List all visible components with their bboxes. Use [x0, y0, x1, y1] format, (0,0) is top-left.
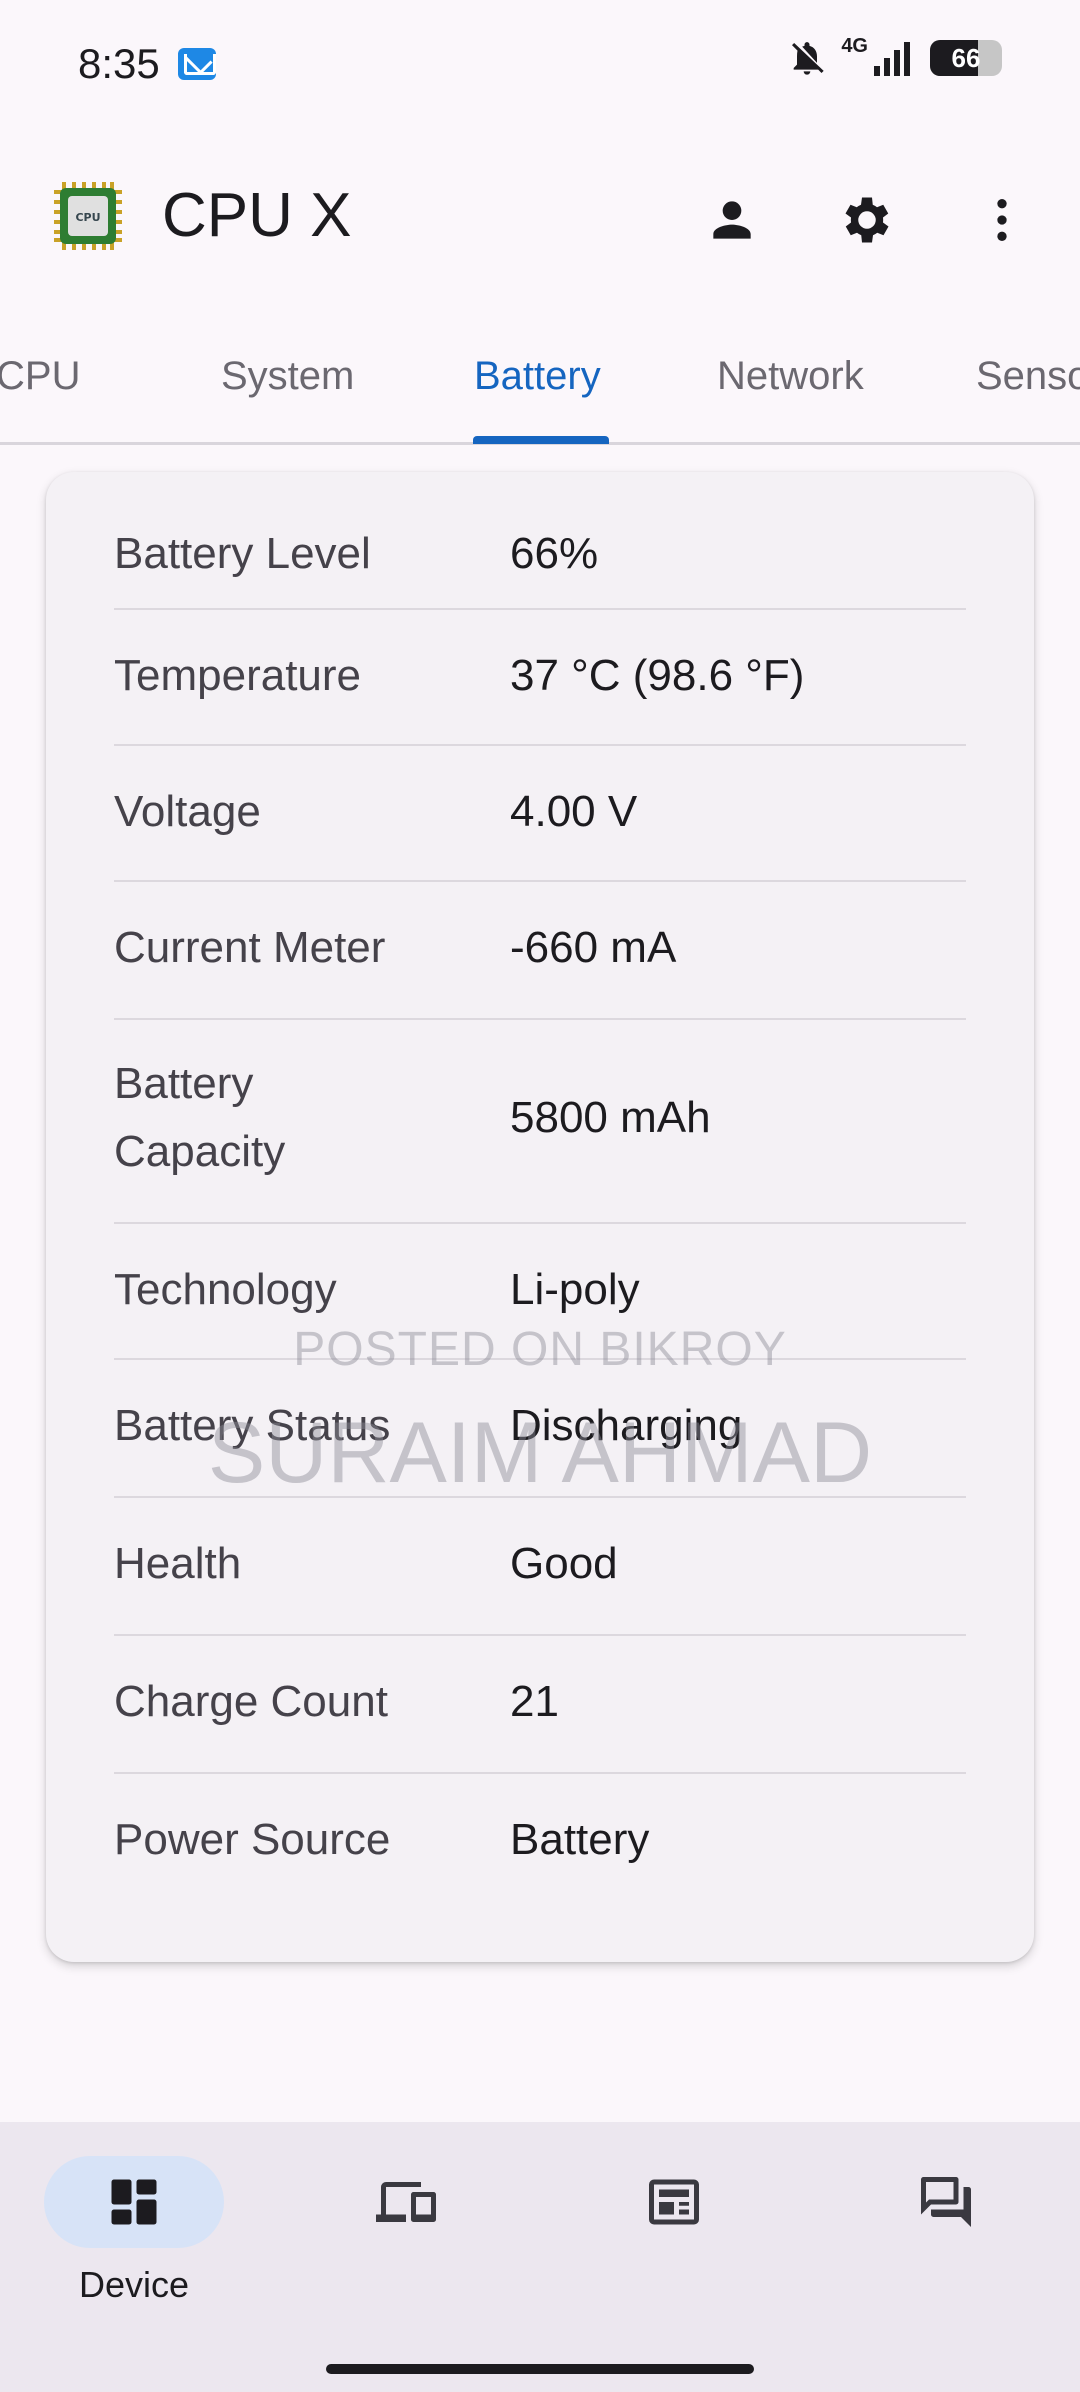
row-label: Voltage [114, 787, 261, 836]
mail-notification-icon [178, 48, 216, 80]
watermark-line-1: POSTED ON BIKROY [293, 1323, 787, 1376]
info-row-voltage: Voltage 4.00 V [114, 744, 966, 882]
nav-devices[interactable] [316, 2156, 496, 2316]
info-row-current-meter: Current Meter -660 mA [114, 880, 966, 1020]
devices-icon [376, 2182, 436, 2222]
tab-sensors[interactable]: Senso [976, 354, 1080, 399]
person-icon [713, 201, 751, 239]
forum-icon [921, 2177, 971, 2227]
status-bar: 8:35 4G 66 [0, 0, 1080, 130]
row-value: -660 mA [510, 923, 677, 972]
account-button[interactable] [692, 180, 772, 260]
info-row-battery-capacity: Battery Capacity 5800 mAh [114, 1018, 966, 1224]
info-row-charge-count: Charge Count 21 [114, 1634, 966, 1774]
row-label: Power Source [114, 1815, 391, 1864]
tab-system[interactable]: System [221, 354, 354, 399]
row-value: 37 °C (98.6 °F) [510, 651, 805, 700]
battery-info-card: Battery Level 66% Temperature 37 °C (98.… [46, 472, 1034, 1962]
status-icons: 4G 66 [787, 34, 1002, 78]
row-value: 21 [510, 1677, 559, 1726]
settings-button[interactable] [827, 180, 907, 260]
tab-network[interactable]: Network [717, 354, 864, 399]
watermark-line-2: SURAIM AHMAD [207, 1405, 873, 1501]
row-label: Health [114, 1539, 242, 1588]
network-type: 4G [841, 34, 868, 57]
app-logo-text: CPU [75, 211, 100, 224]
tab-battery[interactable]: Battery [474, 354, 601, 399]
row-label: Temperature [114, 651, 362, 700]
row-label: Charge Count [114, 1677, 388, 1726]
nav-forum[interactable] [856, 2156, 1036, 2316]
nav-news[interactable] [584, 2156, 764, 2316]
row-label: Current Meter [114, 923, 386, 972]
bottom-navigation: Device [0, 2122, 1080, 2392]
nav-label-device: Device [78, 2264, 190, 2305]
row-value: Battery [510, 1815, 650, 1864]
tab-cpu[interactable]: CPU [0, 354, 80, 399]
info-row-battery-level: Battery Level 66% [114, 506, 966, 610]
tab-bar: CPU System Battery Network Senso [0, 310, 1080, 445]
row-value: 4.00 V [510, 787, 638, 836]
nav-device[interactable]: Device [44, 2156, 224, 2316]
dashboard-icon [111, 2179, 157, 2225]
info-row-health: Health Good [114, 1496, 966, 1636]
gesture-navigation-bar[interactable] [326, 2364, 754, 2374]
app-bar: CPU CPU X [0, 130, 1080, 310]
battery-level-text: 66 [951, 43, 981, 73]
signal-icon [874, 42, 910, 76]
app-title: CPU X [162, 181, 352, 250]
status-time: 8:35 [78, 40, 160, 87]
row-label: Battery Level [114, 529, 371, 578]
tab-indicator [473, 436, 609, 444]
row-value: Good [510, 1539, 618, 1588]
app-logo: CPU [54, 182, 122, 250]
info-row-temperature: Temperature 37 °C (98.6 °F) [114, 608, 966, 746]
battery-indicator: 66 [930, 40, 1002, 76]
row-label: Technology [114, 1265, 337, 1314]
gear-icon [845, 197, 889, 243]
row-value: 5800 mAh [510, 1093, 711, 1142]
row-label: Battery Capacity [114, 1059, 286, 1176]
news-icon [649, 2179, 699, 2225]
bell-off-icon [792, 42, 824, 75]
info-row-power-source: Power Source Battery [114, 1772, 966, 1910]
row-value: 66% [510, 529, 599, 578]
row-value: Li-poly [510, 1265, 640, 1314]
more-options-button[interactable] [962, 180, 1042, 260]
more-vert-icon [997, 199, 1007, 241]
